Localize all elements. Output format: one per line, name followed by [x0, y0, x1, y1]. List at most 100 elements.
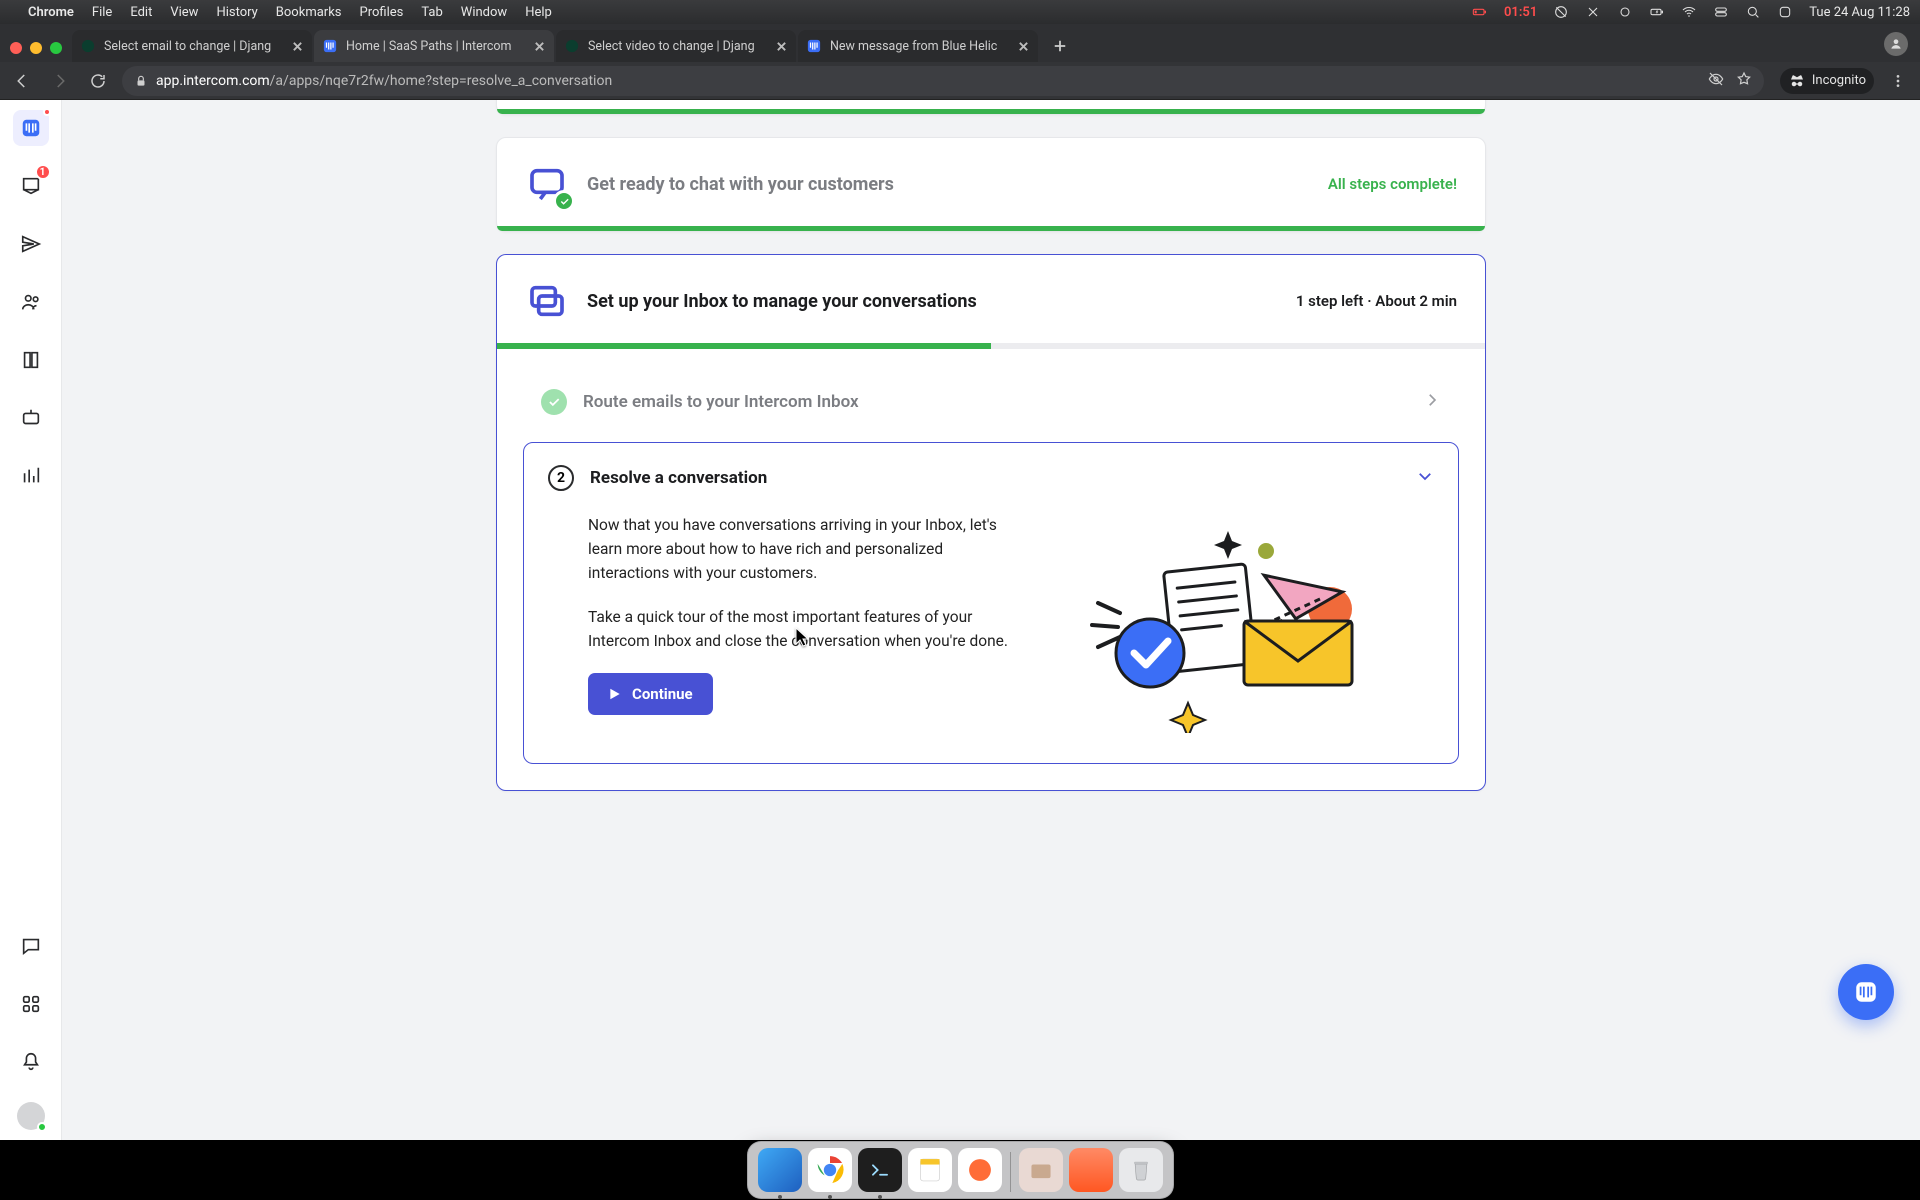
- incognito-label: Incognito: [1812, 73, 1866, 88]
- wifi-icon[interactable]: [1681, 4, 1697, 20]
- continue-button-label: Continue: [632, 685, 693, 703]
- checkmark-badge-icon: [553, 190, 575, 212]
- tab-title: New message from Blue Helic: [830, 39, 1008, 54]
- sidebar-item-outbound[interactable]: [13, 226, 49, 262]
- grok-menubar-icon[interactable]: [1585, 4, 1601, 20]
- dock-stack-screenshots[interactable]: [1069, 1148, 1113, 1192]
- macos-menubar: Chrome File Edit View History Bookmarks …: [0, 0, 1920, 24]
- battery-critical-icon[interactable]: [1472, 4, 1488, 20]
- django-favicon-icon: [80, 38, 96, 54]
- dock-app-terminal[interactable]: [858, 1148, 902, 1192]
- card-icon-inbox: [525, 279, 569, 323]
- onboarding-card-get-to-know[interactable]: Get to know Intercom All steps complete!: [496, 100, 1486, 115]
- sidebar-item-articles[interactable]: [13, 342, 49, 378]
- eye-off-icon[interactable]: [1708, 71, 1724, 91]
- siri-icon[interactable]: [1777, 4, 1793, 20]
- control-center-icon[interactable]: [1713, 4, 1729, 20]
- continue-button[interactable]: Continue: [588, 673, 713, 715]
- step-card-resolve-conversation: 2 Resolve a conversation Now that you ha…: [523, 442, 1459, 764]
- menubar-history[interactable]: History: [216, 5, 257, 20]
- menubar-app-name[interactable]: Chrome: [28, 5, 74, 20]
- spotlight-search-icon[interactable]: [1745, 4, 1761, 20]
- tab-title: Select email to change | Djang: [104, 39, 282, 54]
- browser-tab[interactable]: New message from Blue Helic: [798, 30, 1038, 62]
- nav-back-button[interactable]: [8, 67, 36, 95]
- sidebar-item-operator[interactable]: [13, 400, 49, 436]
- onboarding-main[interactable]: Get to know Intercom All steps complete!…: [62, 100, 1920, 1140]
- window-minimize-button[interactable]: [30, 42, 42, 54]
- chevron-right-icon: [1423, 391, 1441, 414]
- window-traffic-lights: [10, 42, 62, 54]
- sidebar-item-reports[interactable]: [13, 458, 49, 494]
- menubar-tab[interactable]: Tab: [421, 5, 442, 20]
- menubar-profiles[interactable]: Profiles: [360, 5, 404, 20]
- nav-forward-button[interactable]: [46, 67, 74, 95]
- django-favicon-icon: [564, 38, 580, 54]
- step-header[interactable]: 2 Resolve a conversation: [548, 465, 1434, 491]
- nav-reload-button[interactable]: [84, 67, 112, 95]
- sidebar-user-avatar[interactable]: [17, 1102, 45, 1130]
- menubar-edit[interactable]: Edit: [130, 5, 152, 20]
- dock-app-chrome[interactable]: [808, 1148, 852, 1192]
- bookmark-star-icon[interactable]: [1736, 71, 1752, 91]
- sidebar-item-notifications[interactable]: [13, 1044, 49, 1080]
- chrome-menu-button[interactable]: [1884, 67, 1912, 95]
- tab-close-button[interactable]: [290, 39, 304, 53]
- card-title: Set up your Inbox to manage your convers…: [587, 291, 977, 312]
- dock-trash[interactable]: [1119, 1148, 1163, 1192]
- chevron-down-icon: [1416, 467, 1434, 489]
- card-progress-bar: [497, 343, 1485, 349]
- browser-tab[interactable]: Select email to change | Djang: [72, 30, 312, 62]
- chrome-profile-avatar-icon[interactable]: [1884, 32, 1908, 56]
- intercom-messenger-launcher[interactable]: [1838, 964, 1894, 1020]
- dock-app-notes[interactable]: [908, 1148, 952, 1192]
- step-row-route-emails[interactable]: Route emails to your Intercom Inbox: [523, 369, 1459, 436]
- browser-tab[interactable]: Select video to change | Djang: [556, 30, 796, 62]
- new-tab-button[interactable]: [1046, 32, 1074, 60]
- dock-separator: [1010, 1152, 1011, 1192]
- menubar-view[interactable]: View: [170, 5, 198, 20]
- chrome-tab-strip: Select email to change | Djang Home | Sa…: [0, 24, 1920, 62]
- tab-title: Home | SaaS Paths | Intercom: [346, 39, 524, 54]
- tab-close-button[interactable]: [1016, 39, 1030, 53]
- omnibox-url: app.intercom.com/a/apps/nqe7r2fw/home?st…: [156, 73, 612, 89]
- omnibox[interactable]: app.intercom.com/a/apps/nqe7r2fw/home?st…: [122, 66, 1764, 96]
- step-illustration: [1058, 513, 1398, 733]
- browser-tab-active[interactable]: Home | SaaS Paths | Intercom: [314, 30, 554, 62]
- lock-icon: [134, 74, 148, 88]
- menubar-datetime[interactable]: Tue 24 Aug 11:28: [1809, 5, 1910, 20]
- sidebar-item-apps[interactable]: [13, 986, 49, 1022]
- window-zoom-button[interactable]: [50, 42, 62, 54]
- dock-app-finder[interactable]: [758, 1148, 802, 1192]
- incognito-indicator[interactable]: Incognito: [1780, 68, 1874, 94]
- step-description: Now that you have conversations arriving…: [588, 513, 1018, 733]
- logo-notification-dot-icon: [43, 108, 51, 116]
- presence-online-icon: [37, 1122, 47, 1132]
- dock-app-postman[interactable]: [958, 1148, 1002, 1192]
- menubar-bookmarks[interactable]: Bookmarks: [276, 5, 342, 20]
- chrome-address-bar: app.intercom.com/a/apps/nqe7r2fw/home?st…: [0, 62, 1920, 100]
- sidebar-item-messenger[interactable]: [13, 928, 49, 964]
- intercom-favicon-icon: [322, 38, 338, 54]
- do-not-disturb-icon[interactable]: [1553, 4, 1569, 20]
- chrome-window: Select email to change | Djang Home | Sa…: [0, 24, 1920, 1140]
- battery-status-icon[interactable]: [1649, 4, 1665, 20]
- onboarding-card-get-ready[interactable]: Get ready to chat with your customers Al…: [496, 137, 1486, 232]
- tab-close-button[interactable]: [774, 39, 788, 53]
- menubar-window[interactable]: Window: [461, 5, 507, 20]
- step-title: Resolve a conversation: [590, 468, 767, 488]
- menubar-help[interactable]: Help: [525, 5, 552, 20]
- tab-close-button[interactable]: [532, 39, 546, 53]
- sidebar-item-inbox[interactable]: 1: [13, 168, 49, 204]
- page-viewport: 1: [0, 100, 1920, 1140]
- cleanshot-menubar-icon[interactable]: [1617, 4, 1633, 20]
- step-title: Route emails to your Intercom Inbox: [583, 392, 859, 412]
- card-status-complete: All steps complete!: [1328, 175, 1457, 193]
- step-number-badge: 2: [548, 465, 574, 491]
- window-close-button[interactable]: [10, 42, 22, 54]
- onboarding-card-setup-inbox: Set up your Inbox to manage your convers…: [496, 254, 1486, 791]
- sidebar-item-contacts[interactable]: [13, 284, 49, 320]
- menubar-file[interactable]: File: [92, 5, 112, 20]
- dock-folder-downloads[interactable]: [1019, 1148, 1063, 1192]
- intercom-logo-button[interactable]: [13, 110, 49, 146]
